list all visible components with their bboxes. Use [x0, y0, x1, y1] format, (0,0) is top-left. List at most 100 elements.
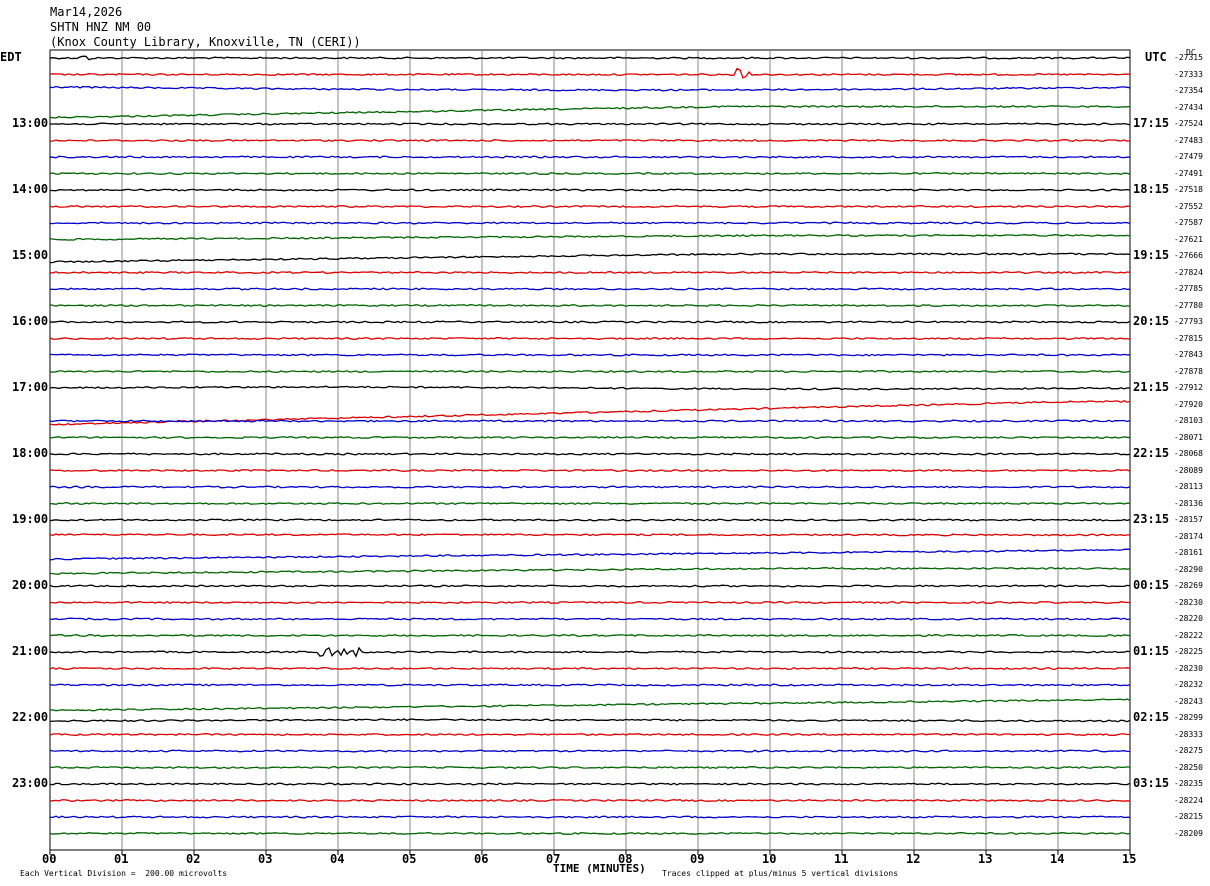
trace-offset-label: -27354	[1174, 86, 1203, 95]
trace-offset-label: -28220	[1174, 614, 1203, 623]
seismic-trace	[49, 369, 1131, 374]
utc-hour-label: 17:15	[1133, 116, 1170, 130]
trace-offset-label: -28235	[1174, 779, 1203, 788]
trace-offset-label: -28089	[1174, 465, 1203, 475]
seismic-trace	[49, 533, 1131, 537]
seismic-trace	[49, 287, 1131, 291]
trace-offset-label: -28224	[1174, 795, 1203, 805]
seismic-trace	[49, 171, 1131, 176]
seismic-trace	[49, 518, 1131, 522]
trace-offset-label: -27843	[1174, 350, 1203, 359]
trace-offset-label: -27785	[1174, 284, 1203, 293]
utc-hour-label: 22:15	[1133, 446, 1170, 460]
trace-offset-label: -28333	[1174, 729, 1203, 739]
trace-offset-label: -27878	[1174, 366, 1203, 376]
utc-hour-label: 23:15	[1133, 512, 1170, 526]
trace-offset-label: -28232	[1174, 680, 1203, 689]
trace-offset-label: -28222	[1174, 630, 1203, 640]
seismic-trace	[49, 600, 1131, 605]
seismic-trace	[49, 435, 1131, 440]
edt-hour-label: 18:00	[12, 446, 49, 460]
x-tick-label: 14	[1050, 852, 1065, 866]
trace-offset-label: -27491	[1174, 168, 1203, 178]
seismic-trace	[49, 221, 1131, 225]
utc-hour-label: 03:15	[1133, 776, 1170, 790]
x-tick-label: 00	[42, 852, 57, 866]
seismic-trace	[49, 138, 1131, 143]
trace-offset-label: -28275	[1174, 746, 1203, 755]
trace-offset-label: -27793	[1174, 317, 1203, 326]
x-axis-title: TIME (MINUTES)	[553, 862, 646, 875]
footer-right: Traces clipped at plus/minus 5 vertical …	[662, 869, 899, 878]
trace-offset-label: -27315	[1174, 53, 1203, 62]
trace-offset-label: -27666	[1174, 251, 1203, 260]
seismic-trace	[49, 548, 1131, 561]
x-tick-label: 02	[186, 852, 201, 866]
seismic-trace	[49, 502, 1131, 506]
edt-hour-label: 17:00	[12, 380, 49, 394]
seismic-trace	[49, 122, 1131, 126]
x-tick-label: 10	[762, 852, 777, 866]
trace-offset-label: -28068	[1174, 449, 1203, 458]
trace-offset-label: -27912	[1174, 383, 1203, 392]
seismic-trace	[49, 698, 1131, 712]
trace-offset-label: -28071	[1174, 432, 1203, 442]
x-tick-label: 09	[690, 852, 705, 866]
plot-frame	[49, 49, 1131, 851]
seismic-trace	[49, 485, 1131, 489]
utc-hour-label: 01:15	[1133, 644, 1170, 658]
trace-offset-label: -28209	[1174, 828, 1203, 838]
seismic-trace	[49, 385, 1131, 391]
seismic-trace	[49, 633, 1131, 638]
utc-hour-label: 21:15	[1133, 380, 1170, 394]
edt-hour-label: 15:00	[12, 248, 49, 262]
edt-hour-label: 21:00	[12, 644, 49, 658]
seismic-trace	[49, 204, 1131, 208]
seismic-trace	[49, 832, 1131, 836]
seismic-trace	[49, 749, 1131, 753]
edt-hour-label: 22:00	[12, 710, 49, 724]
seismic-trace	[49, 55, 1131, 61]
trace-offset-label: -28157	[1174, 515, 1203, 524]
right-axis-label: UTC	[1145, 50, 1167, 64]
seismic-trace	[49, 765, 1131, 769]
x-tick-label: 04	[330, 852, 345, 866]
trace-offset-label: -28269	[1174, 581, 1203, 590]
edt-hour-label: 20:00	[12, 578, 49, 592]
seismic-trace	[49, 584, 1131, 588]
trace-offset-label: -28299	[1174, 713, 1203, 722]
utc-hour-label: 18:15	[1133, 182, 1170, 196]
edt-hour-label: 13:00	[12, 116, 49, 130]
utc-hour-label: 00:15	[1133, 578, 1170, 592]
edt-hour-label: 23:00	[12, 776, 49, 790]
seismic-trace	[49, 252, 1131, 264]
seismic-trace	[49, 234, 1131, 241]
x-tick-label: 11	[834, 852, 849, 866]
seismic-trace	[49, 666, 1131, 671]
trace-offset-label: -27824	[1174, 267, 1203, 277]
trace-offset-label: -28243	[1174, 696, 1203, 706]
trace-offset-label: -27815	[1174, 333, 1203, 343]
trace-offset-label: -28230	[1174, 597, 1203, 607]
utc-hour-label: 20:15	[1133, 314, 1170, 328]
trace-offset-label: -27434	[1174, 102, 1203, 112]
seismic-trace	[49, 815, 1130, 819]
edt-hour-label: 14:00	[12, 182, 49, 196]
trace-offset-label: -28136	[1174, 498, 1203, 508]
trace-offset-label: -28113	[1174, 482, 1203, 491]
left-axis-label: EDT	[0, 50, 22, 64]
trace-offset-label: -27780	[1174, 300, 1203, 310]
trace-offset-label: -27333	[1174, 69, 1203, 79]
trace-offset-label: -27587	[1174, 218, 1203, 227]
trace-offset-label: -27524	[1174, 119, 1203, 128]
x-tick-label: 15	[1122, 852, 1137, 866]
x-tick-label: 01	[114, 852, 129, 866]
trace-offset-label: -28103	[1174, 416, 1203, 425]
trace-offset-label: -27920	[1174, 399, 1203, 409]
trace-offset-label: -28230	[1174, 663, 1203, 673]
utc-hour-label: 19:15	[1133, 248, 1170, 262]
trace-offset-label: -28290	[1174, 564, 1203, 574]
seismic-trace	[49, 85, 1131, 92]
trace-offset-label: -27518	[1174, 185, 1203, 194]
seismic-trace	[49, 303, 1131, 308]
